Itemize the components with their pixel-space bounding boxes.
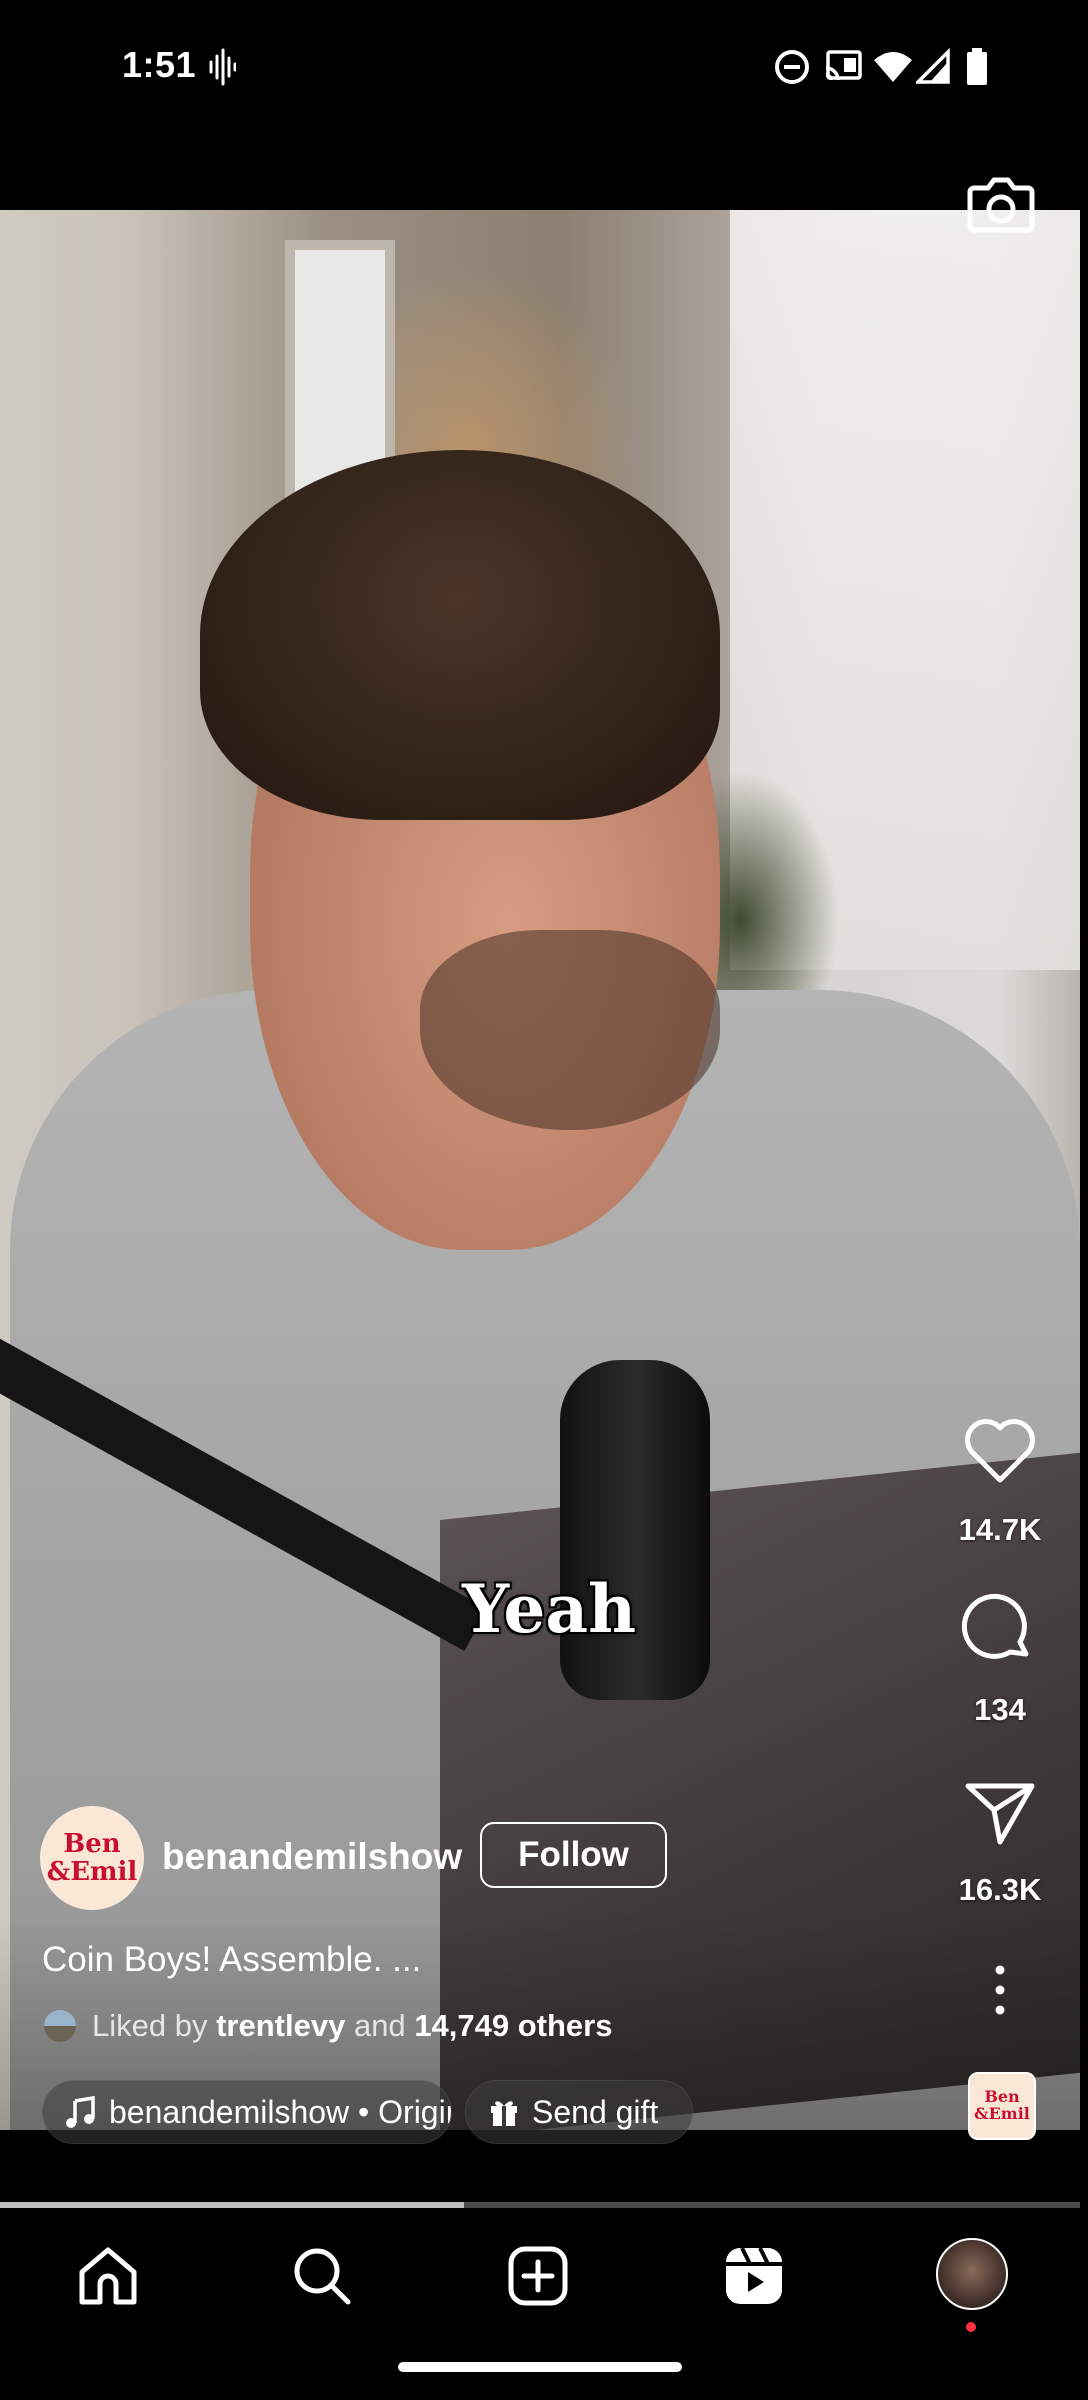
liked-by-row[interactable]: Liked by trentlevy and 14,749 others [44, 2008, 612, 2044]
liked-by-avatar [44, 2010, 76, 2042]
person-beard [420, 930, 720, 1130]
send-gift-button[interactable]: Send gift [465, 2080, 693, 2144]
liked-by-and: and [353, 2008, 406, 2043]
audio-thumbnail-logo: Ben &Emil [974, 2087, 1030, 2123]
home-icon[interactable] [76, 2244, 140, 2308]
voicemail-wave-icon [209, 48, 236, 86]
camera-icon[interactable] [966, 168, 1036, 238]
music-note-icon [66, 2095, 95, 2128]
account-username[interactable]: benandemilshow [162, 1836, 462, 1878]
follow-button[interactable]: Follow [480, 1822, 667, 1888]
account-avatar-logo: Ben &Emil [46, 1829, 138, 1887]
like-heart-icon[interactable] [960, 1410, 1040, 1490]
home-indicator[interactable] [398, 2362, 682, 2372]
audio-thumbnail[interactable]: Ben &Emil [968, 2072, 1036, 2140]
create-icon[interactable] [506, 2244, 570, 2308]
audio-label: benandemilshow • Original audio [109, 2093, 451, 2130]
person-hair [200, 450, 720, 820]
cast-icon [825, 50, 862, 81]
liked-by-prefix: Liked by [92, 2008, 208, 2043]
liked-by-user[interactable]: trentlevy [216, 2008, 345, 2044]
wifi-icon [874, 52, 912, 82]
like-count: 14.7K [958, 1512, 1042, 1547]
account-avatar[interactable]: Ben &Emil [40, 1806, 144, 1910]
comment-icon[interactable] [960, 1590, 1040, 1670]
do-not-disturb-icon [775, 50, 809, 84]
video-caption-overlay: Yeah [462, 1570, 637, 1648]
liked-by-others[interactable]: 14,749 others [414, 2008, 612, 2044]
reels-icon[interactable] [722, 2244, 786, 2308]
profile-avatar[interactable] [936, 2238, 1008, 2310]
send-gift-label: Send gift [532, 2093, 659, 2130]
profile-notification-dot [966, 2322, 976, 2332]
comment-count: 134 [974, 1692, 1026, 1727]
battery-icon [967, 48, 987, 85]
cellular-signal-icon [916, 48, 950, 84]
gift-icon [491, 2101, 517, 2126]
microphone [560, 1360, 710, 1700]
more-options-icon[interactable] [985, 1960, 1015, 2020]
status-time: 1:51 [122, 44, 197, 85]
share-send-icon[interactable] [960, 1772, 1040, 1852]
share-count: 16.3K [958, 1872, 1042, 1907]
audio-pill[interactable]: benandemilshow • Original audio [42, 2080, 452, 2144]
search-icon[interactable] [290, 2244, 354, 2308]
post-caption[interactable]: Coin Boys! Assemble. ... [42, 1940, 421, 1980]
